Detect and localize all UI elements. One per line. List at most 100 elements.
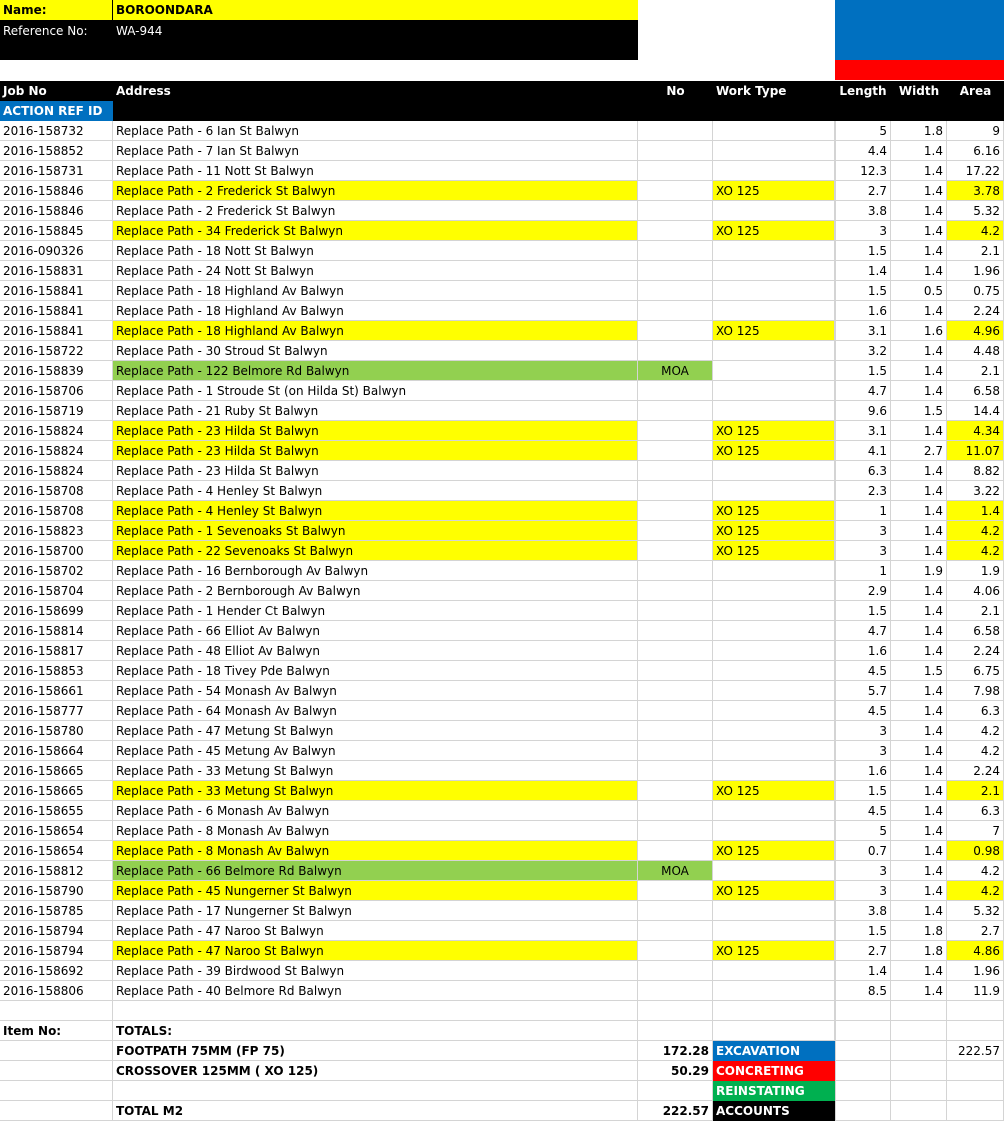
length-cell[interactable]: 8.5 [835, 981, 891, 1001]
area-cell[interactable]: 14.4 [947, 401, 1004, 421]
job-no-cell[interactable]: 2016-158846 [0, 201, 113, 221]
address-cell[interactable]: Replace Path - 39 Birdwood St Balwyn [113, 961, 638, 981]
length-cell[interactable]: 0.7 [835, 841, 891, 861]
area-cell[interactable]: 6.3 [947, 801, 1004, 821]
length-cell[interactable]: 2.9 [835, 581, 891, 601]
width-cell[interactable]: 0.5 [891, 281, 947, 301]
address-cell[interactable]: Replace Path - 24 Nott St Balwyn [113, 261, 638, 281]
area-cell[interactable]: 6.58 [947, 381, 1004, 401]
address-cell[interactable]: Replace Path - 11 Nott St Balwyn [113, 161, 638, 181]
job-no-cell[interactable]: 2016-158732 [0, 121, 113, 141]
width-cell[interactable]: 1.4 [891, 641, 947, 661]
no-cell[interactable] [638, 161, 713, 181]
no-cell[interactable] [638, 841, 713, 861]
no-cell[interactable] [638, 401, 713, 421]
area-cell[interactable]: 3.78 [947, 181, 1004, 201]
work-type-cell[interactable] [713, 981, 835, 1001]
length-cell[interactable]: 1.4 [835, 961, 891, 981]
address-cell[interactable]: Replace Path - 23 Hilda St Balwyn [113, 441, 638, 461]
address-cell[interactable]: Replace Path - 2 Frederick St Balwyn [113, 181, 638, 201]
area-cell[interactable]: 11.9 [947, 981, 1004, 1001]
work-type-cell[interactable] [713, 581, 835, 601]
job-no-cell[interactable]: 2016-158841 [0, 301, 113, 321]
length-cell[interactable]: 3 [835, 881, 891, 901]
no-cell[interactable] [638, 561, 713, 581]
address-cell[interactable]: Replace Path - 122 Belmore Rd Balwyn [113, 361, 638, 381]
work-type-cell[interactable] [713, 341, 835, 361]
address-cell[interactable]: Replace Path - 18 Highland Av Balwyn [113, 301, 638, 321]
address-cell[interactable]: Replace Path - 4 Henley St Balwyn [113, 481, 638, 501]
area-cell[interactable]: 5.32 [947, 201, 1004, 221]
address-cell[interactable]: Replace Path - 7 Ian St Balwyn [113, 141, 638, 161]
work-type-cell[interactable]: XO 125 [713, 441, 835, 461]
work-type-cell[interactable]: XO 125 [713, 521, 835, 541]
width-cell[interactable]: 1.9 [891, 561, 947, 581]
no-cell[interactable] [638, 281, 713, 301]
no-cell[interactable] [638, 121, 713, 141]
length-cell[interactable]: 2.3 [835, 481, 891, 501]
job-no-cell[interactable]: 2016-158699 [0, 601, 113, 621]
work-type-cell[interactable] [713, 801, 835, 821]
work-type-cell[interactable] [713, 721, 835, 741]
work-type-cell[interactable] [713, 241, 835, 261]
address-cell[interactable]: Replace Path - 47 Naroo St Balwyn [113, 941, 638, 961]
width-cell[interactable]: 1.4 [891, 381, 947, 401]
width-cell[interactable]: 1.4 [891, 881, 947, 901]
no-cell[interactable] [638, 921, 713, 941]
length-cell[interactable]: 3 [835, 221, 891, 241]
job-no-cell[interactable]: 2016-158654 [0, 821, 113, 841]
excavation-area[interactable]: 222.57 [947, 1041, 1004, 1061]
no-cell[interactable] [638, 941, 713, 961]
work-type-cell[interactable]: XO 125 [713, 841, 835, 861]
work-type-cell[interactable] [713, 741, 835, 761]
area-cell[interactable]: 4.2 [947, 221, 1004, 241]
area-cell[interactable]: 6.16 [947, 141, 1004, 161]
work-type-cell[interactable] [713, 961, 835, 981]
work-type-cell[interactable] [713, 761, 835, 781]
work-type-cell[interactable] [713, 161, 835, 181]
width-cell[interactable]: 1.8 [891, 941, 947, 961]
no-cell[interactable] [638, 321, 713, 341]
footpath-value[interactable]: 172.28 [638, 1041, 713, 1061]
job-no-cell[interactable]: 2016-158790 [0, 881, 113, 901]
job-no-cell[interactable]: 2016-158661 [0, 681, 113, 701]
no-cell[interactable] [638, 141, 713, 161]
no-cell[interactable] [638, 881, 713, 901]
work-type-cell[interactable]: XO 125 [713, 781, 835, 801]
job-no-cell[interactable]: 2016-158839 [0, 361, 113, 381]
address-cell[interactable]: Replace Path - 66 Belmore Rd Balwyn [113, 861, 638, 881]
no-cell[interactable] [638, 821, 713, 841]
area-cell[interactable]: 4.2 [947, 521, 1004, 541]
address-cell[interactable]: Replace Path - 4 Henley St Balwyn [113, 501, 638, 521]
address-cell[interactable]: Replace Path - 23 Hilda St Balwyn [113, 421, 638, 441]
no-cell[interactable] [638, 581, 713, 601]
area-cell[interactable]: 4.2 [947, 541, 1004, 561]
job-no-cell[interactable]: 2016-158853 [0, 661, 113, 681]
address-cell[interactable]: Replace Path - 16 Bernborough Av Balwyn [113, 561, 638, 581]
no-cell[interactable]: MOA [638, 861, 713, 881]
length-cell[interactable]: 4.5 [835, 701, 891, 721]
job-no-cell[interactable]: 2016-158846 [0, 181, 113, 201]
area-cell[interactable]: 8.82 [947, 461, 1004, 481]
job-no-cell[interactable]: 2016-158708 [0, 501, 113, 521]
length-cell[interactable]: 4.5 [835, 801, 891, 821]
work-type-cell[interactable] [713, 701, 835, 721]
job-no-cell[interactable]: 2016-158806 [0, 981, 113, 1001]
no-cell[interactable] [638, 181, 713, 201]
width-cell[interactable]: 1.4 [891, 621, 947, 641]
work-type-cell[interactable]: XO 125 [713, 181, 835, 201]
length-cell[interactable]: 3.8 [835, 901, 891, 921]
work-type-cell[interactable]: XO 125 [713, 881, 835, 901]
reference-value[interactable]: WA-944 [113, 20, 638, 60]
no-cell[interactable] [638, 801, 713, 821]
work-type-cell[interactable] [713, 681, 835, 701]
width-cell[interactable]: 1.4 [891, 501, 947, 521]
job-no-cell[interactable]: 2016-158665 [0, 761, 113, 781]
address-cell[interactable]: Replace Path - 17 Nungerner St Balwyn [113, 901, 638, 921]
work-type-cell[interactable] [713, 861, 835, 881]
address-cell[interactable]: Replace Path - 34 Frederick St Balwyn [113, 221, 638, 241]
work-type-cell[interactable] [713, 121, 835, 141]
work-type-cell[interactable]: XO 125 [713, 941, 835, 961]
job-no-cell[interactable]: 2016-158852 [0, 141, 113, 161]
address-cell[interactable]: Replace Path - 6 Monash Av Balwyn [113, 801, 638, 821]
